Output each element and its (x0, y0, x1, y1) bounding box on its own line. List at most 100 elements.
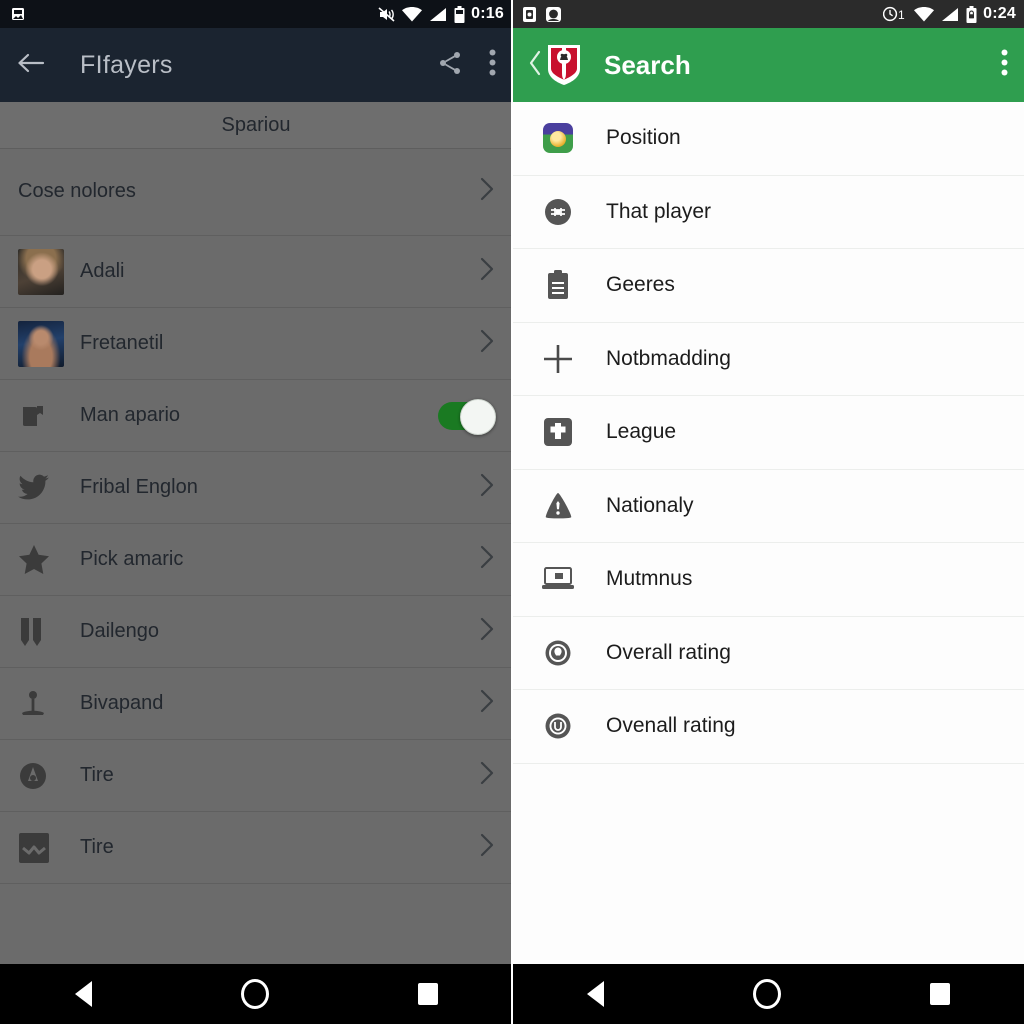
search-filter-list: Position That player Geeres Notbmadding (512, 102, 1024, 964)
chevron-right-icon (480, 833, 494, 862)
list-item-label: League (606, 420, 677, 444)
left-app-bar: FIfayers (0, 28, 512, 102)
signal-icon (429, 7, 447, 22)
pause-bars-icon (18, 605, 72, 659)
back-arrow-icon[interactable] (16, 51, 46, 80)
list-item-label: Bivapand (80, 692, 164, 714)
back-chevron-icon[interactable] (528, 48, 542, 83)
page-title: Search (604, 49, 691, 80)
status-bar-left: 0:16 (0, 0, 512, 28)
svg-text:1: 1 (898, 8, 905, 22)
plus-icon (532, 337, 584, 381)
section-subheader: Spariou (0, 102, 512, 149)
list-item-man-apario[interactable]: Man apario (0, 380, 512, 452)
app-notification-icon (10, 6, 26, 22)
list-item-label: Adali (80, 260, 125, 282)
list-item-notbmadding[interactable]: Notbmadding (512, 322, 1024, 396)
puzzle-square-icon (532, 410, 584, 454)
player-photo-1 (18, 245, 72, 299)
list-item-tire-1[interactable]: Tire (0, 740, 512, 812)
list-item-label: Fribal Englon (80, 476, 198, 498)
status-bar-right: 1 0:24 (512, 0, 1024, 28)
list-item-label: Notbmadding (606, 346, 731, 370)
list-item-mutmnus[interactable]: Mutmnus (512, 543, 1024, 617)
overflow-menu-icon[interactable] (1001, 49, 1008, 81)
list-item-label: Tire (80, 836, 114, 858)
list-item-label: Geeres (606, 273, 675, 297)
list-item-label: Ovenall rating (606, 714, 736, 738)
app-icon (545, 6, 562, 23)
home-button[interactable] (240, 979, 269, 1009)
left-settings-list: Cose nolores Adali Fretanetil Man apario (0, 148, 512, 964)
chevron-right-icon (480, 257, 494, 286)
list-item-tire-2[interactable]: Tire (0, 812, 512, 884)
list-item-label: Mutmnus (606, 567, 693, 591)
list-item-label: Pick amaric (80, 548, 184, 570)
alarm-icon: 1 (883, 6, 907, 22)
list-item-geeres[interactable]: Geeres (512, 249, 1024, 323)
toggle-switch-on[interactable] (438, 398, 496, 435)
position-app-icon (532, 116, 584, 160)
meter-circle-icon (532, 704, 584, 748)
list-item-label: Tire (80, 764, 114, 786)
list-item-overall-rating[interactable]: Overall rating (512, 616, 1024, 690)
status-clock-right: 0:24 (983, 5, 1016, 22)
recents-button[interactable] (417, 983, 438, 1005)
list-item-bivapand[interactable]: Bivapand (0, 668, 512, 740)
player-photo-2 (18, 317, 72, 371)
list-item-cose-nolores[interactable]: Cose nolores (0, 148, 512, 236)
recents-button[interactable] (929, 983, 950, 1005)
list-item-adali[interactable]: Adali (0, 236, 512, 308)
list-item-league[interactable]: League (512, 396, 1024, 470)
android-nav-bar-left (0, 964, 512, 1024)
status-clock-left: 0:16 (471, 5, 504, 22)
book-icon (18, 389, 72, 443)
circle-badge-icon (18, 749, 72, 803)
page-title: FIfayers (80, 50, 173, 79)
wifi-icon (402, 6, 423, 22)
back-button[interactable] (586, 981, 604, 1007)
list-item-label: Man apario (80, 404, 181, 426)
home-button[interactable] (752, 979, 781, 1009)
list-item-position[interactable]: Position (512, 102, 1024, 176)
overflow-menu-icon[interactable] (489, 49, 496, 81)
right-phone-screen: 1 0:24 Search Position That player Geere… (512, 0, 1024, 1024)
clipboard-icon (532, 263, 584, 307)
mute-icon (378, 6, 395, 22)
list-item-fretanetil[interactable]: Fretanetil (0, 308, 512, 380)
list-item-fribal-englon[interactable]: Fribal Englon (0, 452, 512, 524)
back-button[interactable] (74, 981, 92, 1007)
chevron-right-icon (480, 545, 494, 574)
list-item-label: Dailengo (80, 620, 159, 642)
list-item-label: That player (606, 199, 712, 223)
right-app-bar: Search (512, 28, 1024, 102)
chevron-right-icon (480, 617, 494, 646)
list-item-that-player[interactable]: That player (512, 175, 1024, 249)
android-nav-bar-right (512, 964, 1024, 1024)
list-item-label: Position (606, 126, 681, 150)
microphone-stand-icon (18, 677, 72, 731)
list-item-pick-amaric[interactable]: Pick amaric (0, 524, 512, 596)
sim-icon (522, 6, 537, 23)
list-item-label: Fretanetil (80, 332, 164, 354)
list-item-ovenall-rating[interactable]: Ovenall rating (512, 690, 1024, 764)
chevron-right-icon (480, 473, 494, 502)
list-item-nationaly[interactable]: Nationaly (512, 469, 1024, 543)
list-item-label: Nationaly (606, 493, 694, 517)
left-phone-screen: 0:16 FIfayers Spariou Cose nolores Adali (0, 0, 512, 1024)
twitter-bird-icon (18, 461, 72, 515)
wave-square-icon (18, 821, 72, 875)
list-item-dailengo[interactable]: Dailengo (0, 596, 512, 668)
battery-lock-icon (966, 5, 977, 23)
chevron-right-icon (480, 689, 494, 718)
list-item-label: Cose nolores (18, 180, 136, 202)
wifi-icon (914, 6, 935, 22)
signal-icon (941, 7, 959, 22)
chevron-right-icon (480, 329, 494, 358)
battery-icon (454, 5, 465, 23)
share-icon[interactable] (437, 50, 463, 81)
chevron-right-icon (480, 177, 494, 206)
football-circle-icon (532, 190, 584, 234)
speedometer-circle-icon (532, 631, 584, 675)
warning-triangle-icon (532, 484, 584, 528)
